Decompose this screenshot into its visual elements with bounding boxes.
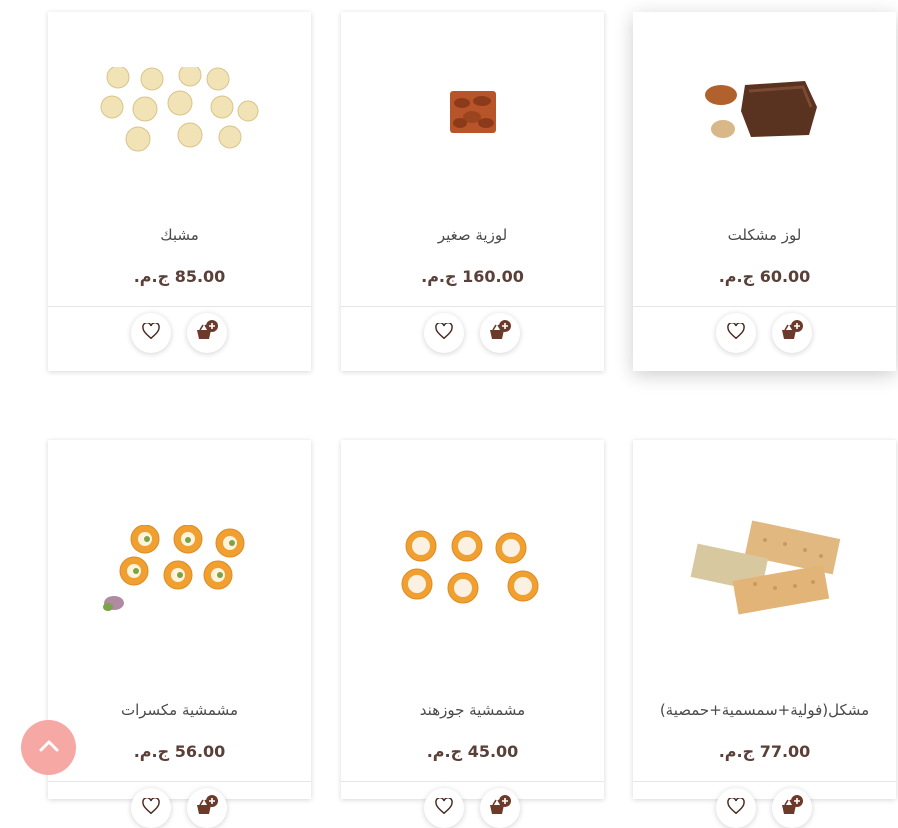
card-divider xyxy=(633,306,896,307)
product-price: 77.00 ج.م. xyxy=(718,742,811,761)
heart-icon xyxy=(727,322,745,343)
product-image[interactable] xyxy=(341,470,604,670)
card-divider xyxy=(633,781,896,782)
wishlist-button[interactable] xyxy=(424,788,464,828)
add-to-cart-button[interactable] xyxy=(772,788,812,828)
card-divider xyxy=(341,781,604,782)
basket-add-icon xyxy=(488,320,512,346)
heart-icon xyxy=(142,797,160,818)
add-to-cart-button[interactable] xyxy=(480,313,520,353)
product-card[interactable]: مشكل(فولية+سمسمية+حمصية) 77.00 ج.م. xyxy=(633,440,896,828)
product-card[interactable]: مشبك 85.00 ج.م. xyxy=(48,12,311,371)
wishlist-button[interactable] xyxy=(131,313,171,353)
product-image[interactable] xyxy=(341,12,604,212)
product-price: 160.00 ج.م. xyxy=(421,267,524,286)
product-image[interactable] xyxy=(48,470,311,670)
product-card[interactable]: مشمشية مكسرات 56.00 ج.م. xyxy=(48,440,311,828)
product-name[interactable]: مشكل(فولية+سمسمية+حمصية) xyxy=(633,701,896,719)
product-name[interactable]: لوز مشكلت xyxy=(633,226,896,244)
add-to-cart-button[interactable] xyxy=(480,788,520,828)
product-name[interactable]: مشبك xyxy=(48,226,311,244)
wishlist-button[interactable] xyxy=(716,313,756,353)
basket-add-icon xyxy=(195,320,219,346)
product-price: 45.00 ج.م. xyxy=(426,742,519,761)
heart-icon xyxy=(435,322,453,343)
add-to-cart-button[interactable] xyxy=(187,313,227,353)
product-price: 85.00 ج.م. xyxy=(133,267,226,286)
add-to-cart-button[interactable] xyxy=(772,313,812,353)
product-image[interactable] xyxy=(633,470,896,670)
heart-icon xyxy=(727,797,745,818)
product-name[interactable]: مشمشية مكسرات xyxy=(48,701,311,719)
wishlist-button[interactable] xyxy=(131,788,171,828)
product-card[interactable]: مشمشية جوزهند 45.00 ج.م. xyxy=(341,440,604,828)
product-image[interactable] xyxy=(48,12,311,212)
wishlist-button[interactable] xyxy=(424,313,464,353)
product-card[interactable]: لوز مشكلت 60.00 ج.م. xyxy=(633,12,896,371)
card-divider xyxy=(341,306,604,307)
heart-icon xyxy=(142,322,160,343)
basket-add-icon xyxy=(780,320,804,346)
product-card[interactable]: لوزية صغير 160.00 ج.م. xyxy=(341,12,604,371)
product-image[interactable] xyxy=(633,12,896,212)
add-to-cart-button[interactable] xyxy=(187,788,227,828)
card-divider xyxy=(48,306,311,307)
product-price: 56.00 ج.م. xyxy=(133,742,226,761)
heart-icon xyxy=(435,797,453,818)
chevron-up-icon xyxy=(38,738,60,757)
product-name[interactable]: لوزية صغير xyxy=(341,226,604,244)
product-price: 60.00 ج.م. xyxy=(718,267,811,286)
product-name[interactable]: مشمشية جوزهند xyxy=(341,701,604,719)
wishlist-button[interactable] xyxy=(716,788,756,828)
card-divider xyxy=(48,781,311,782)
scroll-to-top-button[interactable] xyxy=(21,720,76,775)
